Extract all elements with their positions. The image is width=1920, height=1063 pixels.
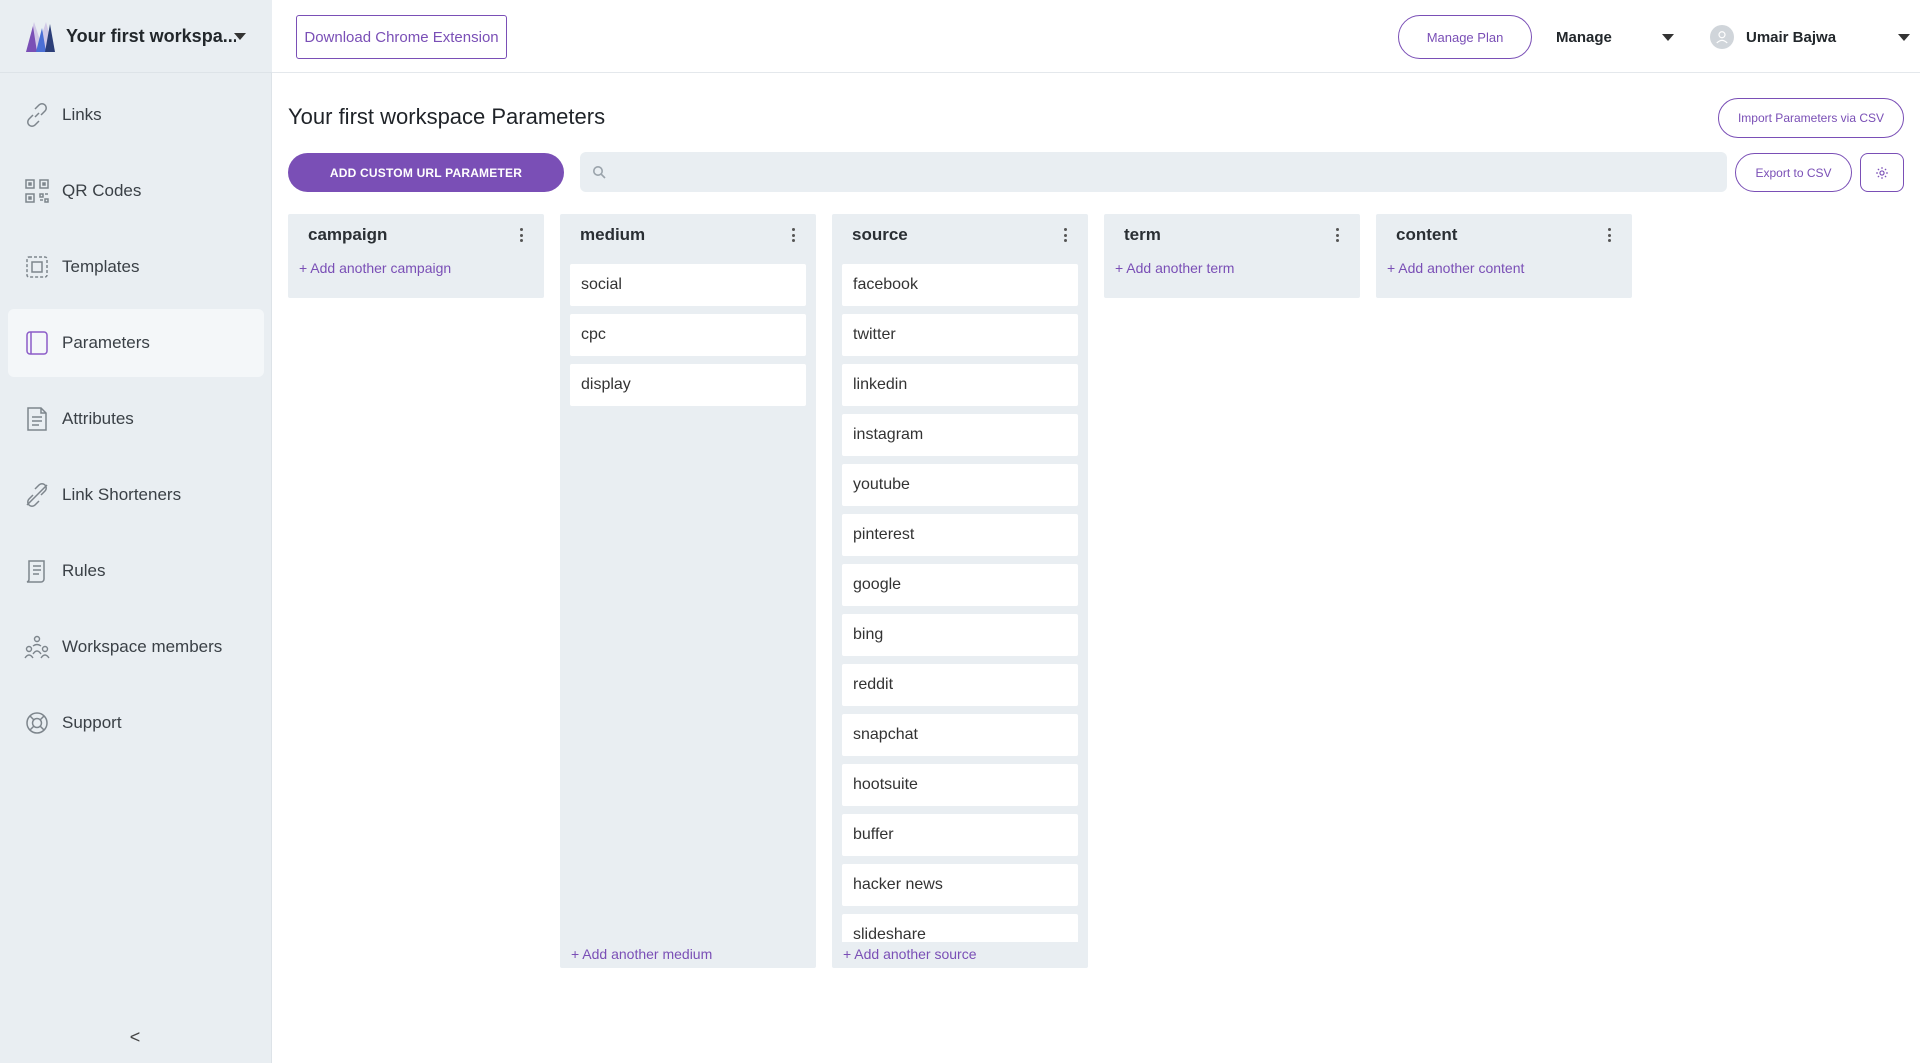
chevron-down-icon — [1898, 34, 1910, 41]
user-icon — [1716, 31, 1728, 44]
chevron-down-icon[interactable] — [234, 33, 246, 40]
column-title: medium — [580, 225, 646, 244]
sidebar-nav: Links QR Codes Templates Parameters Attr… — [8, 81, 264, 765]
list-item[interactable]: slideshare — [842, 914, 1078, 942]
list-item[interactable]: hacker news — [842, 864, 1078, 906]
gear-icon — [1876, 166, 1888, 179]
sidebar-item-workspace-members[interactable]: Workspace members — [8, 613, 264, 681]
sidebar-item-parameters[interactable]: Parameters — [8, 309, 264, 377]
list-item[interactable]: display — [570, 364, 806, 406]
chevron-down-icon — [1662, 34, 1674, 41]
column-term: term + Add another term — [1104, 214, 1360, 298]
sidebar-item-label: Attributes — [62, 409, 134, 428]
sidebar: Your first workspa... Links QR Codes Tem… — [0, 0, 272, 1063]
list-item[interactable]: pinterest — [842, 514, 1078, 556]
document-icon — [24, 406, 50, 432]
sidebar-item-label: Workspace members — [62, 637, 223, 656]
list-item[interactable]: twitter — [842, 314, 1078, 356]
sidebar-item-label: Links — [62, 105, 102, 124]
sidebar-item-links[interactable]: Links — [8, 81, 264, 149]
templates-icon — [24, 254, 50, 280]
list-item[interactable]: snapchat — [842, 714, 1078, 756]
column-title: term — [1124, 225, 1161, 244]
sidebar-item-attributes[interactable]: Attributes — [8, 385, 264, 453]
manage-plan-button[interactable]: Manage Plan — [1398, 15, 1532, 59]
column-title: source — [852, 225, 908, 244]
top-bar: Download Chrome Extension Manage Plan Ma… — [272, 0, 1920, 73]
sidebar-item-templates[interactable]: Templates — [8, 233, 264, 301]
import-csv-button[interactable]: Import Parameters via CSV — [1718, 98, 1904, 138]
user-menu[interactable]: Umair Bajwa — [1710, 22, 1910, 52]
sidebar-item-support[interactable]: Support — [8, 689, 264, 757]
parameters-icon — [24, 330, 50, 356]
column-content: content + Add another content — [1376, 214, 1632, 298]
list-item[interactable]: buffer — [842, 814, 1078, 856]
list-item[interactable]: social — [570, 264, 806, 306]
user-name: Umair Bajwa — [1746, 28, 1837, 46]
qr-code-icon — [24, 178, 50, 204]
settings-button[interactable] — [1860, 153, 1904, 192]
lifebuoy-icon — [24, 710, 50, 736]
members-icon — [24, 634, 50, 660]
page-title: Your first workspace Parameters — [288, 104, 606, 129]
column-header: content — [1376, 214, 1632, 256]
manage-label: Manage — [1556, 28, 1612, 46]
add-campaign-link[interactable]: + Add another campaign — [288, 256, 544, 280]
column-title: content — [1396, 225, 1458, 244]
list-item[interactable]: instagram — [842, 414, 1078, 456]
column-campaign: campaign + Add another campaign — [288, 214, 544, 298]
search-icon — [593, 166, 606, 179]
column-header: campaign — [288, 214, 544, 256]
sidebar-item-label: Rules — [62, 561, 106, 580]
workspace-switcher[interactable]: Your first workspa... — [0, 0, 272, 73]
more-options-icon[interactable] — [1606, 228, 1612, 242]
more-options-icon[interactable] — [1062, 228, 1068, 242]
sidebar-item-label: Templates — [62, 257, 140, 276]
column-header: medium — [560, 214, 816, 256]
more-options-icon[interactable] — [518, 228, 524, 242]
search-bar — [580, 152, 1727, 192]
list-item[interactable]: facebook — [842, 264, 1078, 306]
sidebar-item-qr-codes[interactable]: QR Codes — [8, 157, 264, 225]
manage-dropdown[interactable]: Manage — [1556, 24, 1674, 50]
column-source: source facebook twitter linkedin instagr… — [832, 214, 1088, 968]
collapse-sidebar-icon[interactable]: < — [126, 1028, 144, 1046]
sidebar-item-label: Link Shorteners — [62, 485, 182, 504]
column-title: campaign — [308, 225, 388, 244]
workspace-name: Your first workspa... — [66, 25, 236, 46]
sidebar-item-label: Parameters — [62, 333, 150, 352]
value-list[interactable]: facebook twitter linkedin instagram yout… — [832, 256, 1088, 942]
list-item[interactable]: cpc — [570, 314, 806, 356]
download-chrome-extension-button[interactable]: Download Chrome Extension — [296, 15, 507, 59]
rules-icon — [24, 558, 50, 584]
add-term-link[interactable]: + Add another term — [1104, 256, 1360, 280]
sidebar-item-label: QR Codes — [62, 181, 142, 200]
column-medium: medium social cpc display + Add another … — [560, 214, 816, 968]
column-header: term — [1104, 214, 1360, 256]
list-item[interactable]: bing — [842, 614, 1078, 656]
column-header: source — [832, 214, 1088, 256]
app-logo-icon — [26, 22, 55, 52]
sidebar-item-link-shorteners[interactable]: Link Shorteners — [8, 461, 264, 529]
list-item[interactable]: linkedin — [842, 364, 1078, 406]
list-item[interactable]: youtube — [842, 464, 1078, 506]
sidebar-item-rules[interactable]: Rules — [8, 537, 264, 605]
add-medium-link[interactable]: + Add another medium — [560, 942, 816, 966]
list-item[interactable]: hootsuite — [842, 764, 1078, 806]
link-shortener-icon — [24, 482, 50, 508]
value-list: social cpc display — [560, 256, 816, 942]
export-csv-button[interactable]: Export to CSV — [1735, 153, 1852, 192]
more-options-icon[interactable] — [1334, 228, 1340, 242]
add-custom-url-parameter-button[interactable]: ADD CUSTOM URL PARAMETER — [288, 153, 564, 192]
search-input[interactable] — [614, 154, 1714, 190]
add-content-link[interactable]: + Add another content — [1376, 256, 1632, 280]
list-item[interactable]: reddit — [842, 664, 1078, 706]
more-options-icon[interactable] — [790, 228, 796, 242]
list-item[interactable]: google — [842, 564, 1078, 606]
add-source-link[interactable]: + Add another source — [832, 942, 1088, 966]
avatar — [1710, 25, 1734, 49]
sidebar-item-label: Support — [62, 713, 122, 732]
link-icon — [24, 102, 50, 128]
